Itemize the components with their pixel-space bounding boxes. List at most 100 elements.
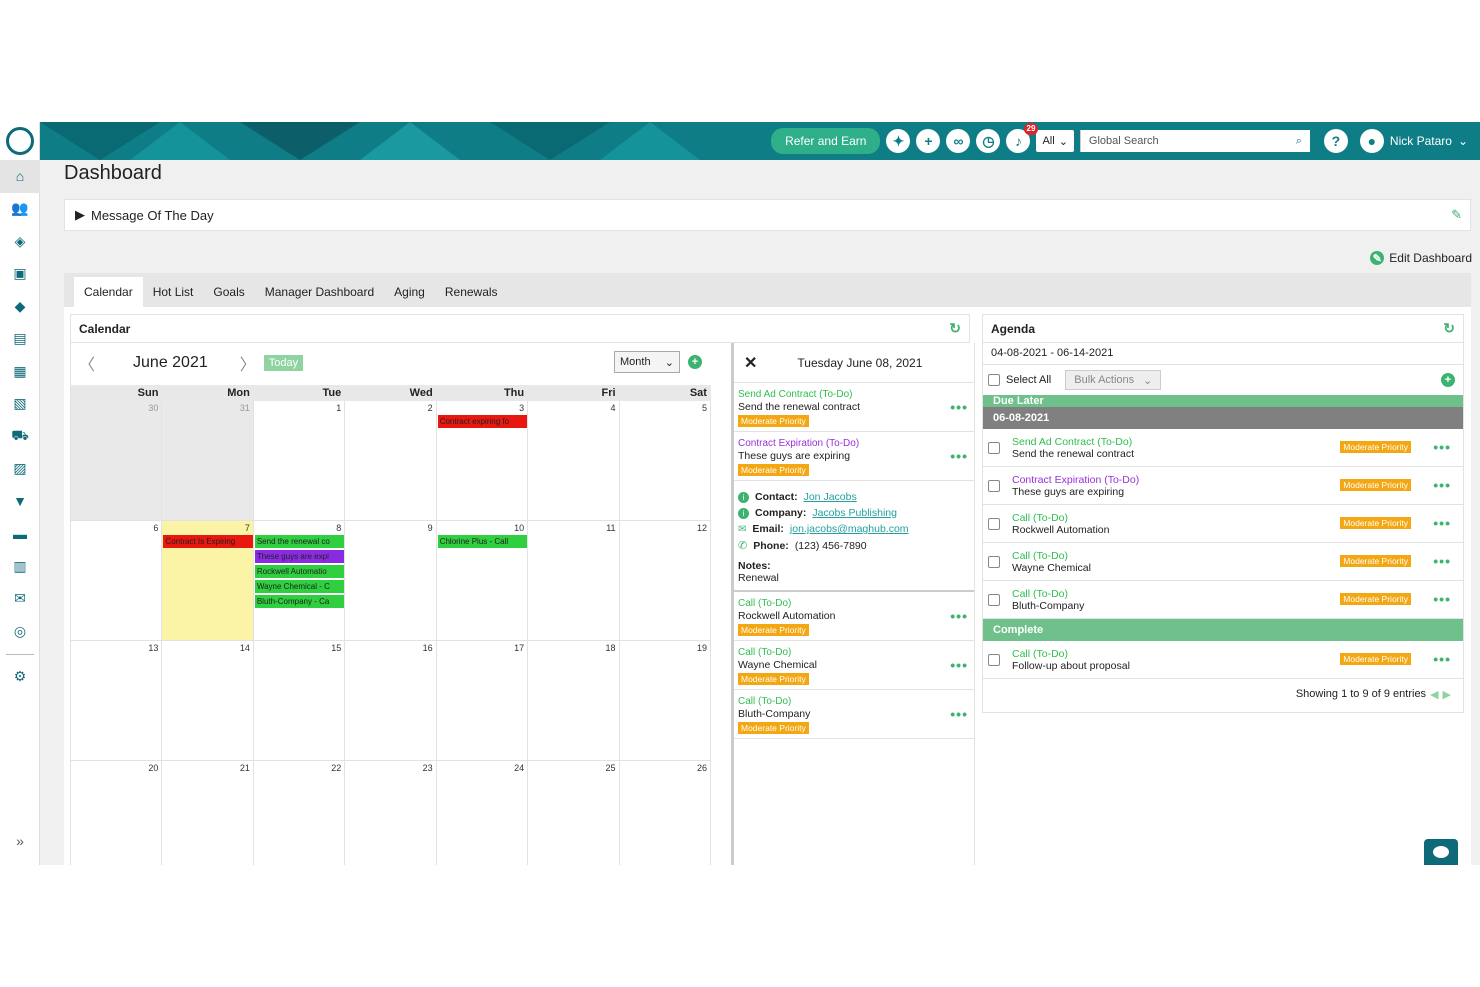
day-cell[interactable]: 10 Chlorine Plus - Call	[437, 521, 529, 640]
more-options-icon[interactable]: •••	[1433, 591, 1451, 607]
calendar-event[interactable]: Bluth-Company - Ca	[254, 595, 345, 608]
media-icon[interactable]: ▣	[0, 258, 40, 291]
row-checkbox[interactable]	[988, 555, 1000, 568]
day-cell[interactable]: 30	[71, 401, 163, 520]
w2-icon[interactable]: ▥	[0, 550, 40, 583]
row-checkbox[interactable]	[988, 517, 1000, 530]
tab-aging[interactable]: Aging	[384, 277, 435, 307]
view-select[interactable]: Month ⌄	[614, 351, 680, 373]
day-cell[interactable]: 14	[162, 641, 254, 760]
calendar-event[interactable]: Contract expiring fo	[437, 415, 528, 428]
support-icon[interactable]: ◎	[0, 615, 40, 648]
day-cell[interactable]: 18	[528, 641, 620, 760]
contact-link[interactable]: Jon Jacobs	[804, 491, 857, 503]
calendar-event[interactable]: Chlorine Plus - Call	[437, 535, 528, 548]
thumbs-down-icon[interactable]: ▼	[0, 485, 40, 518]
item-title[interactable]: Call (To-Do)	[738, 647, 970, 658]
home-icon[interactable]: ⌂	[0, 160, 40, 193]
day-cell[interactable]: 26	[620, 761, 711, 865]
day-cell[interactable]: 31	[162, 401, 254, 520]
tab-renewals[interactable]: Renewals	[435, 277, 508, 307]
day-cell[interactable]: 16	[345, 641, 437, 760]
tab-goals[interactable]: Goals	[203, 277, 254, 307]
email-link[interactable]: jon.jacobs@maghub.com	[790, 523, 909, 535]
next-page-icon[interactable]: ▶	[1443, 688, 1451, 701]
ads-icon[interactable]: ▦	[0, 355, 40, 388]
prev-month-icon[interactable]: 〈	[79, 351, 95, 375]
day-cell[interactable]: 15	[254, 641, 346, 760]
day-cell[interactable]: 1	[254, 401, 346, 520]
day-cell[interactable]: 5	[620, 401, 711, 520]
day-cell[interactable]: 22	[254, 761, 346, 865]
day-cell[interactable]: 4	[528, 401, 620, 520]
app-logo[interactable]	[6, 127, 34, 155]
tab-calendar[interactable]: Calendar	[74, 277, 143, 307]
company-link[interactable]: Jacobs Publishing	[812, 507, 897, 519]
refer-and-earn-button[interactable]: Refer and Earn	[771, 128, 881, 154]
day-cell[interactable]: 8 Send the renewal co These guys are expi R…	[254, 521, 346, 640]
more-options-icon[interactable]: •••	[950, 657, 968, 673]
day-detail-item[interactable]: Call (To-Do) Bluth-Company Moderate Priori…	[734, 690, 974, 739]
calendar-icon[interactable]: ▨	[0, 453, 40, 486]
calendar-event[interactable]: Send the renewal co	[254, 535, 345, 548]
more-options-icon[interactable]: •••	[950, 448, 968, 464]
calendar-event[interactable]: Rockwell Automatio	[254, 565, 345, 578]
day-cell[interactable]: 23	[345, 761, 437, 865]
party-icon[interactable]: ✦	[886, 129, 911, 153]
more-options-icon[interactable]: •••	[950, 706, 968, 722]
day-cell[interactable]: 21	[162, 761, 254, 865]
tag-icon[interactable]: ◆	[0, 290, 40, 323]
next-month-icon[interactable]: 〉	[240, 351, 256, 375]
more-options-icon[interactable]: •••	[1433, 553, 1451, 569]
day-cell[interactable]: 17	[437, 641, 529, 760]
day-cell[interactable]: 19	[620, 641, 711, 760]
user-menu[interactable]: ● Nick Pataro ⌄	[1359, 129, 1468, 153]
history-icon[interactable]: ◷	[976, 129, 1001, 153]
today-button[interactable]: Today	[263, 355, 304, 371]
day-cell[interactable]: 2	[345, 401, 437, 520]
add-agenda-icon[interactable]: +	[1441, 373, 1455, 387]
refresh-icon[interactable]: ↻	[1443, 320, 1455, 337]
pencil-icon[interactable]: ✎	[1451, 207, 1462, 223]
truck-icon[interactable]: ▬	[0, 518, 40, 551]
add-event-icon[interactable]: +	[688, 355, 702, 369]
day-cell[interactable]: 13	[71, 641, 163, 760]
expand-icon[interactable]: »	[0, 825, 40, 858]
day-detail-item[interactable]: Call (To-Do) Rockwell Automation Moderate …	[734, 592, 974, 641]
edit-dashboard-button[interactable]: ✎ Edit Dashboard	[1370, 251, 1472, 265]
more-options-icon[interactable]: •••	[950, 399, 968, 415]
day-detail-item[interactable]: Contract Expiration (To-Do) These guys ar…	[734, 432, 974, 481]
tab-manager-dashboard[interactable]: Manager Dashboard	[255, 277, 384, 307]
item-title[interactable]: Call (To-Do)	[1012, 512, 1109, 524]
item-title[interactable]: Contract Expiration (To-Do)	[1012, 474, 1139, 486]
help-icon[interactable]: ?	[1323, 129, 1348, 153]
message-of-the-day[interactable]: ▶ Message Of The Day ✎	[64, 199, 1471, 231]
calendar-event[interactable]: Contract Is Expiring	[163, 535, 253, 548]
row-checkbox[interactable]	[988, 653, 1000, 666]
day-cell[interactable]: 12	[620, 521, 711, 640]
search-scope-select[interactable]: All ⌄	[1036, 130, 1074, 152]
prev-page-icon[interactable]: ◀	[1430, 688, 1438, 701]
row-checkbox[interactable]	[988, 593, 1000, 606]
day-cell[interactable]: 25	[528, 761, 620, 865]
bulk-actions-select[interactable]: Bulk Actions ⌄	[1065, 370, 1162, 390]
item-title[interactable]: Contract Expiration (To-Do)	[738, 438, 970, 449]
contacts-icon[interactable]: 👥	[0, 193, 40, 226]
item-title[interactable]: Call (To-Do)	[738, 598, 970, 609]
document-icon[interactable]: ▤	[0, 323, 40, 356]
more-options-icon[interactable]: •••	[1433, 515, 1451, 531]
day-detail-item[interactable]: Send Ad Contract (To-Do) Send the renewal…	[734, 383, 974, 432]
day-cell[interactable]: 11	[528, 521, 620, 640]
deals-icon[interactable]: ◈	[0, 225, 40, 258]
item-title[interactable]: Call (To-Do)	[738, 696, 970, 707]
bell-icon[interactable]: ♪ 29	[1006, 123, 1039, 153]
day-cell[interactable]: 20	[71, 761, 163, 865]
day-cell[interactable]: 9	[345, 521, 437, 640]
gear-icon[interactable]: ⚙	[0, 661, 40, 694]
item-title[interactable]: Send Ad Contract (To-Do)	[1012, 436, 1134, 448]
tab-hot-list[interactable]: Hot List	[143, 277, 204, 307]
item-title[interactable]: Call (To-Do)	[1012, 550, 1091, 562]
calendar-event[interactable]: Wayne Chemical - C	[254, 580, 345, 593]
more-options-icon[interactable]: •••	[1433, 651, 1451, 667]
item-title[interactable]: Call (To-Do)	[1012, 648, 1130, 660]
